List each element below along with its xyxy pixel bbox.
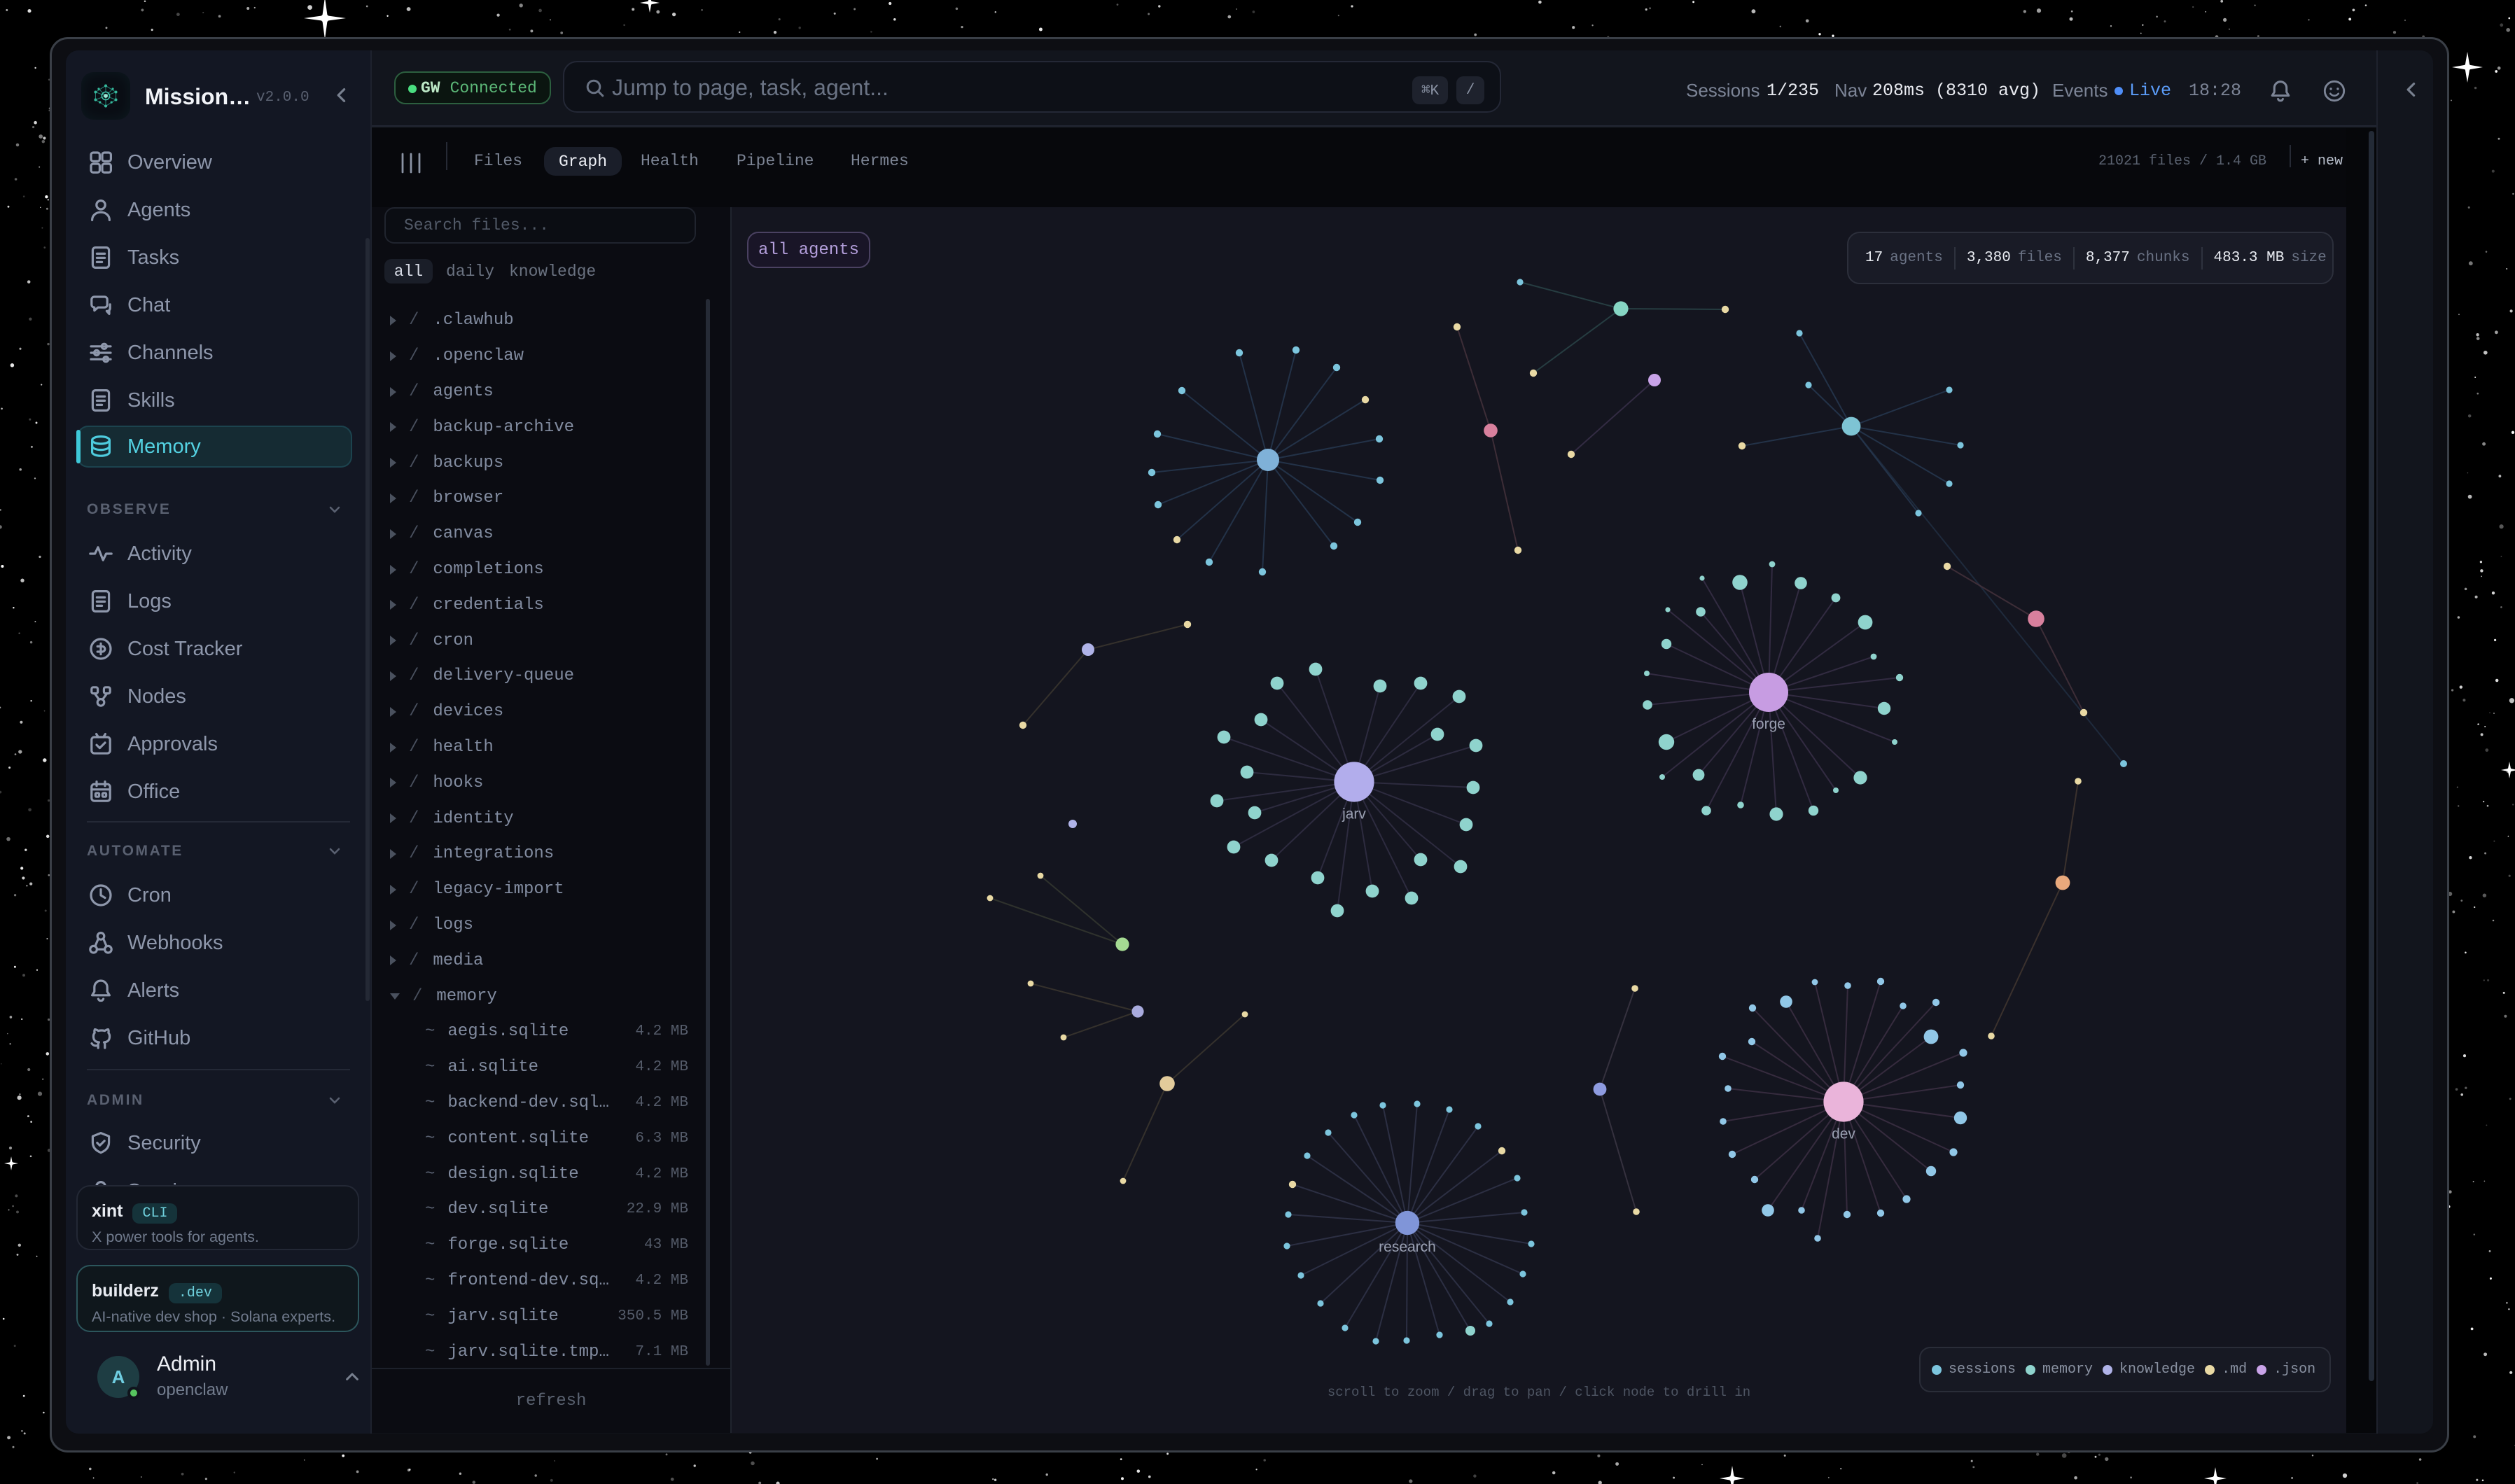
svg-text:forge: forge xyxy=(1752,716,1785,732)
svg-text:dev: dev xyxy=(1832,1126,1855,1142)
svg-text:research: research xyxy=(1379,1239,1436,1255)
svg-text:jarv: jarv xyxy=(1342,806,1366,822)
